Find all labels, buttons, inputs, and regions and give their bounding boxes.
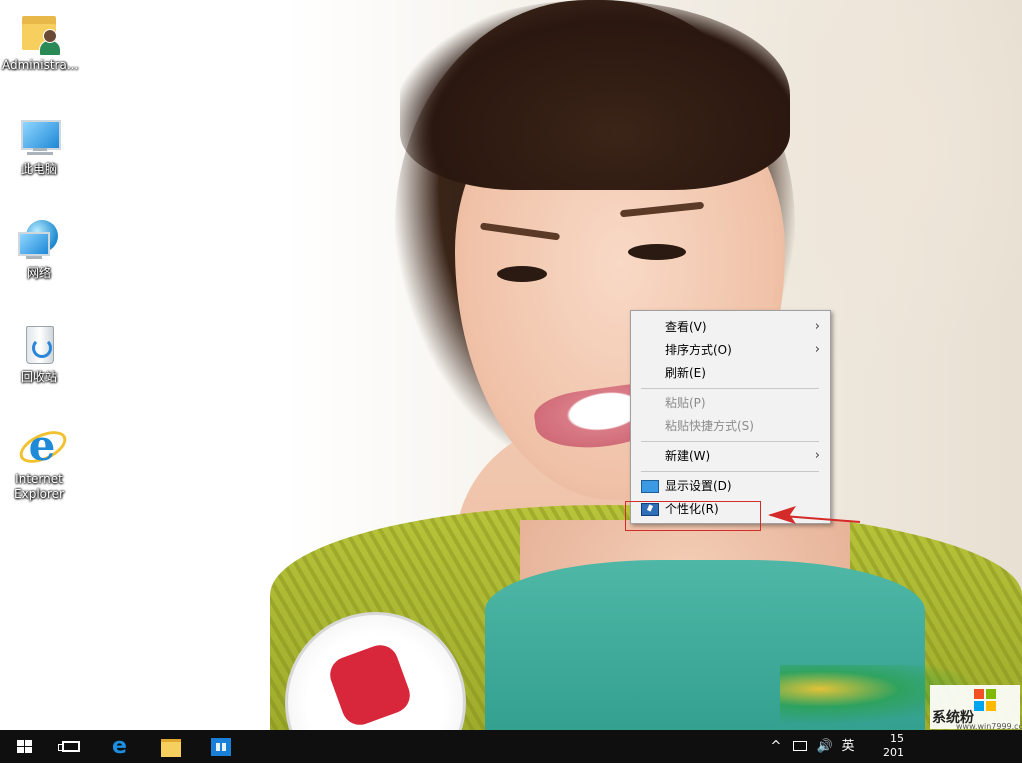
desktop-icon-label: 网络 xyxy=(26,266,51,280)
annotation-arrow-icon xyxy=(768,506,861,524)
submenu-chevron-icon: › xyxy=(814,448,820,463)
computer-icon xyxy=(16,114,62,160)
menu-item-display-settings[interactable]: 显示设置(D) xyxy=(631,475,830,497)
annotation-highlight-box xyxy=(625,501,761,531)
store-icon xyxy=(211,738,231,756)
task-view-icon xyxy=(58,741,80,752)
internet-explorer-icon: e xyxy=(14,424,72,470)
store-button[interactable] xyxy=(198,730,246,763)
desktop-icon-user-folder[interactable]: Administra... xyxy=(2,10,79,73)
site-watermark-logo: 系统粉 www.win7999.com xyxy=(930,685,1022,731)
menu-separator xyxy=(641,441,819,442)
desktop-icon-network[interactable]: 网络 xyxy=(2,218,76,281)
clock-time: 15 xyxy=(890,732,904,745)
menu-item-label: 刷新(E) xyxy=(665,366,706,380)
windows-logo-icon xyxy=(974,689,996,711)
desktop-icon-label: Administra... xyxy=(2,58,79,72)
clock-date: 201 xyxy=(883,746,904,759)
menu-item-view[interactable]: 查看(V) › xyxy=(631,316,830,338)
desktop-context-menu: 查看(V) › 排序方式(O) › 刷新(E) 粘贴(P) 粘贴快捷方式(S) … xyxy=(630,310,831,524)
edge-browser-icon: e xyxy=(112,734,127,759)
network-tray-icon[interactable] xyxy=(792,730,810,763)
display-settings-icon xyxy=(641,480,659,493)
desktop-icon-label: 此电脑 xyxy=(20,162,57,176)
menu-separator xyxy=(641,388,819,389)
submenu-chevron-icon: › xyxy=(814,342,820,357)
recycle-bin-icon xyxy=(16,322,62,368)
desktop-icon-this-pc[interactable]: 此电脑 xyxy=(2,114,76,177)
menu-item-paste[interactable]: 粘贴(P) xyxy=(631,392,830,414)
desktop-wallpaper xyxy=(0,0,1022,763)
volume-tray-icon[interactable]: 🔊 xyxy=(815,730,835,763)
edge-button[interactable]: e xyxy=(98,730,146,763)
desktop-icon-recycle-bin[interactable]: 回收站 xyxy=(2,322,76,385)
menu-item-sort-by[interactable]: 排序方式(O) › xyxy=(631,339,830,361)
task-view-button[interactable] xyxy=(48,730,96,763)
taskbar-clock[interactable]: 15 201 xyxy=(864,730,904,765)
file-explorer-button[interactable] xyxy=(148,730,196,763)
submenu-chevron-icon: › xyxy=(814,319,820,334)
desktop-icon-internet-explorer[interactable]: e Internet Explorer xyxy=(2,424,76,502)
file-explorer-icon xyxy=(161,739,181,757)
menu-item-paste-shortcut[interactable]: 粘贴快捷方式(S) xyxy=(631,415,830,437)
menu-item-refresh[interactable]: 刷新(E) xyxy=(631,362,830,384)
show-hidden-icons-button[interactable]: ^ xyxy=(768,730,784,763)
menu-item-label: 新建(W) xyxy=(665,449,711,463)
network-icon xyxy=(16,218,62,264)
desktop-icon-label: Internet Explorer xyxy=(14,472,64,501)
menu-item-new[interactable]: 新建(W) › xyxy=(631,445,830,467)
wallpaper-eye-right xyxy=(628,244,686,260)
menu-item-label: 排序方式(O) xyxy=(665,343,732,357)
menu-item-label: 粘贴(P) xyxy=(665,396,706,410)
input-language-indicator[interactable]: 英 xyxy=(840,730,856,763)
taskbar: e ^ 🔊 英 15 201 xyxy=(0,730,1022,763)
desktop-icon-label: 回收站 xyxy=(20,370,57,384)
menu-item-label: 显示设置(D) xyxy=(665,479,732,493)
wallpaper-eye-left xyxy=(497,266,547,282)
menu-item-label: 查看(V) xyxy=(665,320,707,334)
user-folder-icon xyxy=(16,10,62,56)
menu-separator xyxy=(641,471,819,472)
start-button[interactable] xyxy=(0,730,48,763)
wallpaper-bangs xyxy=(400,0,790,190)
menu-item-label: 粘贴快捷方式(S) xyxy=(665,419,754,433)
windows-start-icon xyxy=(17,740,33,754)
